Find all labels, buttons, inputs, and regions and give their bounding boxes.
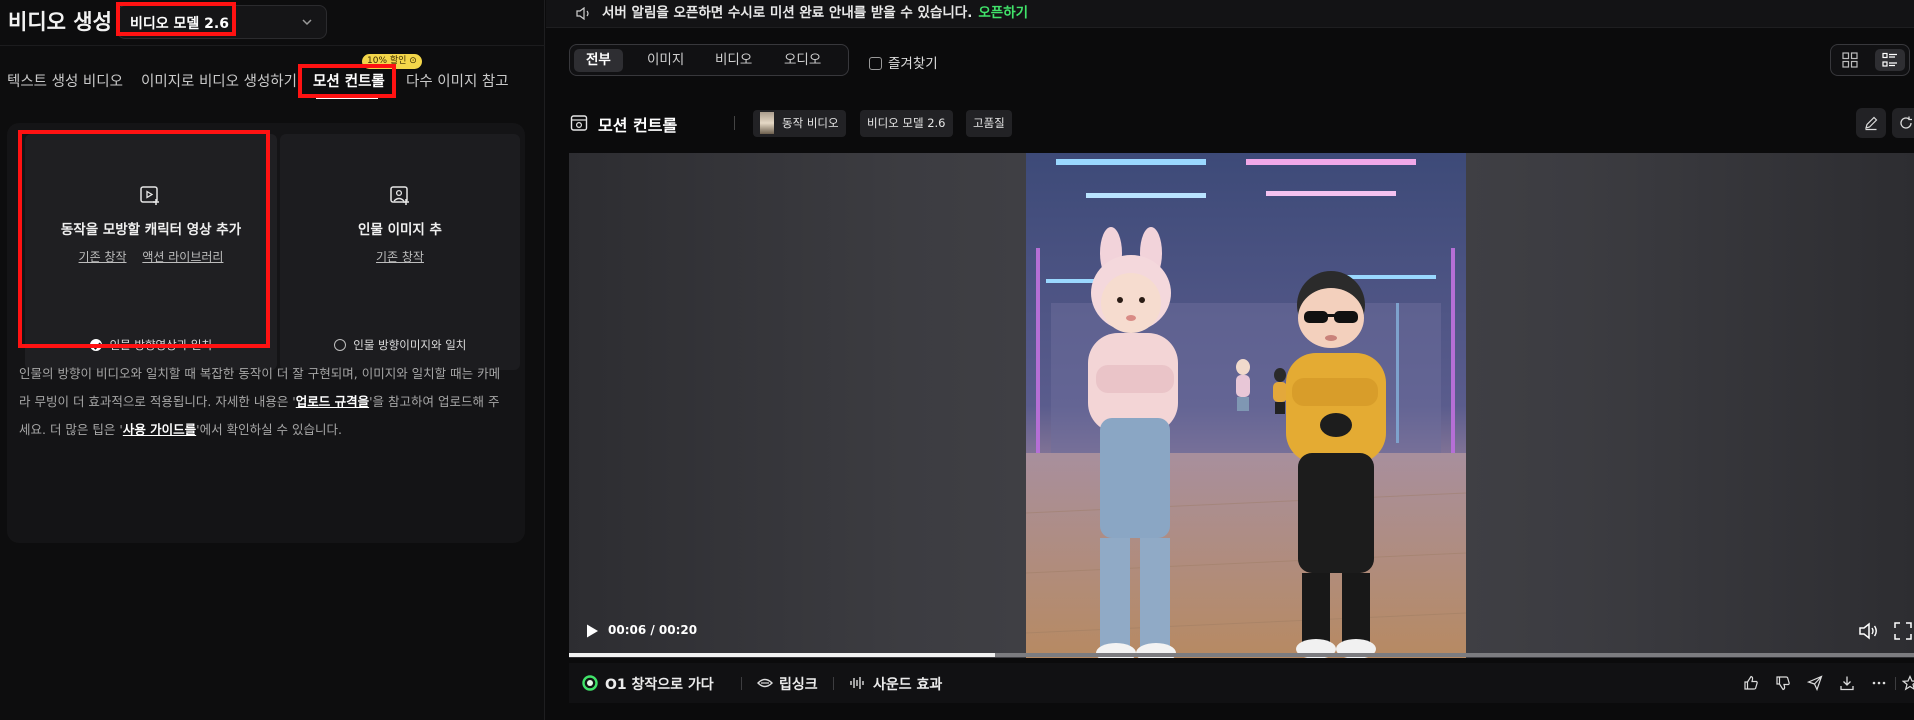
chip-model: 비디오 모델 2.6 (860, 110, 953, 137)
notification-text: 서버 알림을 오픈하면 수시로 미션 완료 안내를 받을 수 있습니다. 오픈하기 (602, 5, 1029, 21)
regenerate-button[interactable] (1892, 108, 1914, 138)
media-type-segmented-control: 전부 이미지 비디오 오디오 (569, 44, 849, 76)
fullscreen-icon[interactable] (1894, 622, 1912, 640)
favorites-toggle[interactable]: 즐겨찾기 (869, 52, 938, 72)
go-to-o1-creation-button[interactable]: O1 창작으로 가다 (605, 674, 714, 694)
refresh-icon (1900, 116, 1912, 129)
share-send-icon[interactable] (1807, 675, 1823, 691)
video-frame (1026, 153, 1466, 658)
add-person-image-title: 인물 이미지 추 (358, 222, 442, 238)
edit-button[interactable] (1856, 108, 1886, 138)
action-divider (1895, 677, 1896, 690)
enable-notifications-link[interactable]: 오픈하기 (978, 5, 1028, 21)
action-library-link[interactable]: 액션 라이브러리 (142, 250, 223, 264)
active-tab-indicator (316, 97, 378, 99)
upload-card: 동작을 모방할 캐릭터 영상 추가 기존 창작 액션 라이브러리 인물 방향영상… (7, 123, 525, 543)
image-add-icon (390, 186, 409, 205)
radio-checked-icon (89, 339, 102, 351)
tab-multi-image-reference[interactable]: 다수 이미지 참고 (406, 70, 509, 91)
match-video-direction-option[interactable]: 인물 방향영상과 일치 (25, 331, 277, 359)
video-time: 00:06 / 00:20 (608, 623, 698, 637)
view-mode-toggle (1830, 44, 1910, 76)
result-action-bar: O1 창작으로 가다 립싱크 사운드 효과 (569, 663, 1914, 703)
video-frame-image (1026, 153, 1466, 658)
thumbs-up-icon[interactable] (1743, 675, 1759, 691)
add-character-video-box[interactable]: 동작을 모방할 캐릭터 영상 추가 기존 창작 액션 라이브러리 인물 방향영상… (25, 134, 277, 370)
page-title: 비디오 생성 (8, 10, 112, 34)
lipsync-button[interactable]: 립싱크 (779, 674, 818, 694)
chip-quality: 고품질 (966, 110, 1012, 137)
tab-motion-control[interactable]: 모션 컨트롤 (313, 70, 385, 91)
more-icon[interactable] (1871, 675, 1887, 691)
radio-unchecked-icon (333, 339, 346, 351)
pencil-icon (1865, 116, 1878, 131)
match-image-direction-label: 인물 방향이미지와 일치 (353, 338, 467, 352)
video-player[interactable] (569, 153, 1914, 658)
video-add-icon (140, 186, 159, 205)
sound-effect-button[interactable]: 사운드 효과 (873, 674, 942, 694)
result-title: 모션 컨트롤 (598, 116, 678, 135)
filter-image[interactable]: 이미지 (635, 49, 696, 72)
discount-badge: 10% 할인 ⊙ (362, 54, 422, 69)
tab-text-to-video[interactable]: 텍스트 생성 비디오 (7, 70, 123, 91)
motion-control-description: 인물의 방향이 비디오와 일치할 때 복잡한 동작이 더 잘 구현되며, 이미지… (19, 366, 501, 437)
o1-logo-icon (582, 675, 598, 691)
speaker-icon (576, 7, 589, 20)
result-header: 모션 컨트롤 동작 비디오 비디오 모델 2.6 고품질 (570, 108, 1914, 138)
header-divider (734, 116, 735, 130)
generation-header: 비디오 생성 비디오 모델 2.6 (0, 0, 545, 46)
star-icon[interactable] (1902, 675, 1914, 691)
chevron-down-icon (302, 19, 312, 26)
right-panel: 서버 알림을 오픈하면 수시로 미션 완료 안내를 받을 수 있습니다. 오픈하기… (546, 0, 1914, 720)
play-icon[interactable] (584, 623, 600, 639)
upload-spec-link[interactable]: 업로드 규격을 (296, 394, 369, 409)
tab-image-to-video[interactable]: 이미지로 비디오 생성하기 (141, 70, 297, 91)
grid-view-button[interactable] (1835, 49, 1865, 71)
video-progress-fill (569, 653, 995, 657)
motion-control-icon (570, 115, 588, 131)
existing-creation-link[interactable]: 기존 창작 (376, 250, 424, 264)
add-character-video-title: 동작을 모방할 캐릭터 영상 추가 (60, 222, 242, 238)
chip-motion-video: 동작 비디오 (753, 110, 846, 137)
download-icon[interactable] (1839, 675, 1855, 691)
filter-all[interactable]: 전부 (574, 49, 623, 72)
usage-guide-link[interactable]: 사용 가이드를 (123, 422, 196, 437)
filter-audio[interactable]: 오디오 (772, 49, 833, 72)
grid-icon (1842, 52, 1858, 68)
notification-banner: 서버 알림을 오픈하면 수시로 미션 완료 안내를 받을 수 있습니다. 오픈하기 (546, 0, 1914, 28)
character-video-links: 기존 창작 액션 라이브러리 (25, 248, 277, 265)
generation-tabs: 텍스트 생성 비디오 이미지로 비디오 생성하기 모션 컨트롤 다수 이미지 참… (0, 62, 545, 102)
volume-icon[interactable] (1858, 622, 1878, 640)
list-icon (1882, 52, 1897, 67)
lipsync-icon (757, 678, 773, 688)
model-select[interactable]: 비디오 모델 2.6 (117, 5, 327, 39)
checkbox-icon (869, 57, 882, 70)
person-image-links: 기존 창작 (280, 248, 520, 265)
sound-wave-icon (850, 677, 864, 689)
app-root: 비디오 생성 비디오 모델 2.6 텍스트 생성 비디오 이미지로 비디오 생성… (0, 0, 1914, 720)
model-select-value: 비디오 모델 2.6 (130, 16, 229, 32)
thumbs-down-icon[interactable] (1775, 675, 1791, 691)
action-divider (833, 677, 834, 690)
filter-video[interactable]: 비디오 (703, 49, 764, 72)
action-divider (741, 677, 742, 690)
left-panel: 비디오 생성 비디오 모델 2.6 텍스트 생성 비디오 이미지로 비디오 생성… (0, 0, 545, 720)
add-person-image-box[interactable]: 인물 이미지 추 기존 창작 인물 방향이미지와 일치 (280, 134, 520, 370)
motion-video-thumbnail (760, 112, 774, 134)
list-view-button[interactable] (1875, 49, 1905, 71)
match-video-direction-label: 인물 방향영상과 일치 (109, 338, 213, 352)
match-image-direction-option[interactable]: 인물 방향이미지와 일치 (280, 331, 520, 359)
existing-creation-link[interactable]: 기존 창작 (79, 250, 127, 264)
